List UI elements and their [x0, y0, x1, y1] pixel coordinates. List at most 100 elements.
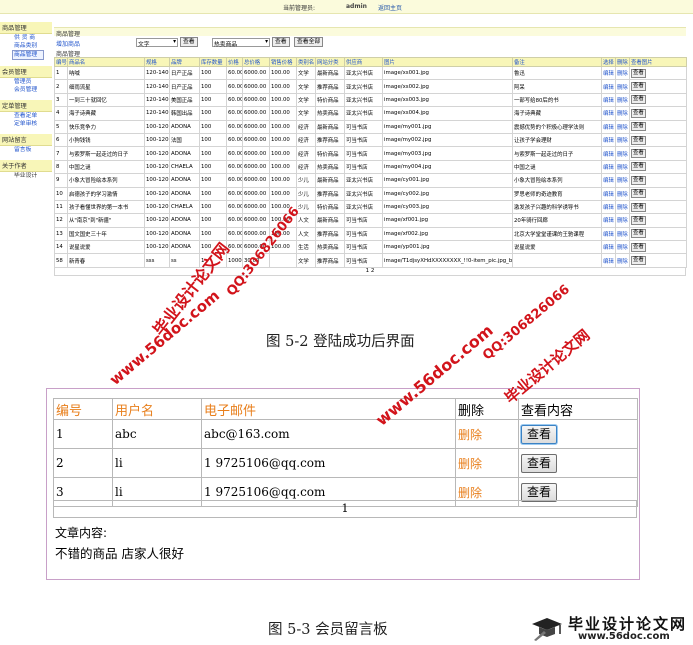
category-select[interactable]: 文字 ▾ — [136, 38, 178, 48]
view-image-button[interactable]: 查看 — [631, 215, 646, 225]
table-row: 1 呐喊 120-140 日产正品 100 60.00 6000.00 100.00 文学 最新商… — [54, 65, 687, 81]
sidebar-item[interactable]: 会员管理 — [0, 86, 52, 94]
delete-link[interactable]: 删除 — [615, 253, 630, 268]
edit-link[interactable]: 编辑 — [601, 159, 616, 175]
delete-link[interactable]: 删除 — [615, 106, 630, 121]
edit-link[interactable]: 编辑 — [601, 92, 616, 108]
table-cell: 100 — [199, 146, 227, 161]
view-image-button[interactable]: 查看 — [631, 202, 646, 212]
table-cell: 20年骑行回廊 — [512, 213, 602, 228]
delete-link[interactable]: 删除 — [455, 419, 519, 449]
message-pager[interactable]: 1 — [53, 500, 637, 518]
view-image-button[interactable]: 查看 — [631, 82, 646, 92]
table-cell — [269, 253, 297, 268]
panel-title: 商品管理 — [54, 27, 686, 38]
table-row: 13 国文国史三十年 100-120 ADONA 100 60.00 6000.00 100.… — [54, 226, 687, 242]
edit-link[interactable]: 编辑 — [601, 146, 616, 161]
view-image-button[interactable]: 查看 — [631, 175, 646, 185]
goods-pager[interactable]: 1 2 — [54, 267, 686, 276]
table-cell: ADONA — [169, 119, 200, 134]
table-cell: 1 9725106@qq.com — [201, 448, 456, 478]
edit-link[interactable]: 编辑 — [601, 132, 616, 148]
return-home-link[interactable]: 返回主页 — [378, 3, 402, 12]
edit-link[interactable]: 编辑 — [601, 65, 616, 81]
table-cell: 100.00 — [269, 92, 297, 108]
table-cell: 日产正品 — [169, 65, 200, 81]
table-row: 3 一到三十就回忆 120-140 美国正品 100 60.00 6000.00 100.00… — [54, 92, 687, 108]
view-image-cell: 查看 — [629, 65, 687, 81]
sidebar-item[interactable]: 毕业设计 — [0, 172, 52, 180]
delete-link[interactable]: 删除 — [615, 119, 630, 134]
sidebar-item[interactable]: 商品管理 — [12, 50, 44, 60]
edit-link[interactable]: 编辑 — [601, 106, 616, 121]
table-cell: 少儿 — [296, 173, 316, 188]
edit-link[interactable]: 编辑 — [601, 240, 616, 255]
delete-link[interactable]: 删除 — [615, 132, 630, 148]
table-cell: 6 — [54, 132, 68, 148]
add-goods-link[interactable]: 增加商品 — [56, 39, 80, 48]
view-button[interactable]: 查看 — [272, 37, 290, 47]
sidebar-item[interactable]: 商品类别 — [0, 42, 52, 50]
view-image-button[interactable]: 查看 — [631, 135, 646, 145]
edit-link[interactable]: 编辑 — [601, 226, 616, 242]
view-image-button[interactable]: 查看 — [631, 189, 646, 199]
table-cell: 经济 — [296, 146, 316, 161]
sidebar-item[interactable]: 留言板 — [0, 146, 52, 154]
edit-link[interactable]: 编辑 — [601, 119, 616, 134]
table-cell: abc — [112, 419, 202, 449]
view-image-cell: 查看 — [629, 240, 687, 255]
view-image-button[interactable]: 查看 — [631, 149, 646, 159]
sidebar-item[interactable]: 定单审核 — [0, 120, 52, 128]
view-image-button[interactable]: 查看 — [631, 95, 646, 105]
table-cell: image/xs002.jpg — [382, 79, 513, 94]
view-content-button[interactable]: 查看 — [521, 482, 557, 502]
view-content-button[interactable]: 查看 — [521, 453, 557, 473]
table-cell: 韩国出品 — [169, 106, 200, 121]
view-image-button[interactable]: 查看 — [631, 256, 646, 266]
delete-link[interactable]: 删除 — [615, 79, 630, 94]
sidebar-item[interactable]: 查看定单 — [0, 112, 52, 120]
table-cell: 国文国史三十年 — [67, 226, 145, 242]
edit-link[interactable]: 编辑 — [601, 213, 616, 228]
chevron-down-icon: ▾ — [173, 39, 176, 45]
view-image-button[interactable]: 查看 — [631, 242, 646, 252]
table-cell: 100 — [199, 92, 227, 108]
delete-link[interactable]: 删除 — [615, 226, 630, 242]
delete-link[interactable]: 删除 — [615, 186, 630, 201]
table-cell: 6000.00 — [242, 65, 270, 81]
table-row: 7 与索罗斯一起走过的日子 100-120 ADONA 100 60.00 6000.00 1… — [54, 146, 687, 161]
view-image-button[interactable]: 查看 — [631, 162, 646, 172]
search-button[interactable]: 查看 — [180, 37, 198, 47]
delete-link[interactable]: 删除 — [615, 240, 630, 255]
table-cell: 法国 — [169, 132, 200, 148]
view-all-button[interactable]: 查看全部 — [294, 37, 324, 47]
delete-link[interactable]: 删除 — [615, 173, 630, 188]
sidebar-item[interactable]: 管理员 — [0, 78, 52, 86]
edit-link[interactable]: 编辑 — [601, 173, 616, 188]
type-select[interactable]: 热卖商品 ▾ — [212, 38, 270, 48]
delete-link[interactable]: 删除 — [455, 448, 519, 478]
edit-link[interactable]: 编辑 — [601, 79, 616, 94]
view-image-button[interactable]: 查看 — [631, 108, 646, 118]
sidebar-item[interactable]: 供 货 商 — [0, 34, 52, 42]
delete-link[interactable]: 删除 — [615, 159, 630, 175]
table-cell: 1 — [53, 419, 113, 449]
view-image-cell: 查看 — [629, 92, 687, 108]
view-content-button[interactable]: 查看 — [521, 424, 557, 444]
delete-link[interactable]: 删除 — [615, 213, 630, 228]
edit-link[interactable]: 编辑 — [601, 253, 616, 268]
view-image-button[interactable]: 查看 — [631, 122, 646, 132]
delete-link[interactable]: 删除 — [615, 146, 630, 161]
table-cell: 10 — [54, 186, 68, 201]
site-logo: 毕业设计论文网 www.56doc.com — [528, 612, 693, 644]
view-image-button[interactable]: 查看 — [631, 229, 646, 239]
edit-link[interactable]: 编辑 — [601, 199, 616, 215]
delete-link[interactable]: 删除 — [615, 92, 630, 108]
table-cell: 100.00 — [269, 173, 297, 188]
edit-link[interactable]: 编辑 — [601, 186, 616, 201]
view-image-button[interactable]: 查看 — [631, 68, 646, 78]
delete-link[interactable]: 删除 — [615, 199, 630, 215]
table-cell: 推荐商品 — [315, 186, 345, 201]
delete-link[interactable]: 删除 — [615, 65, 630, 81]
table-cell: image/cy002.jpg — [382, 186, 513, 201]
